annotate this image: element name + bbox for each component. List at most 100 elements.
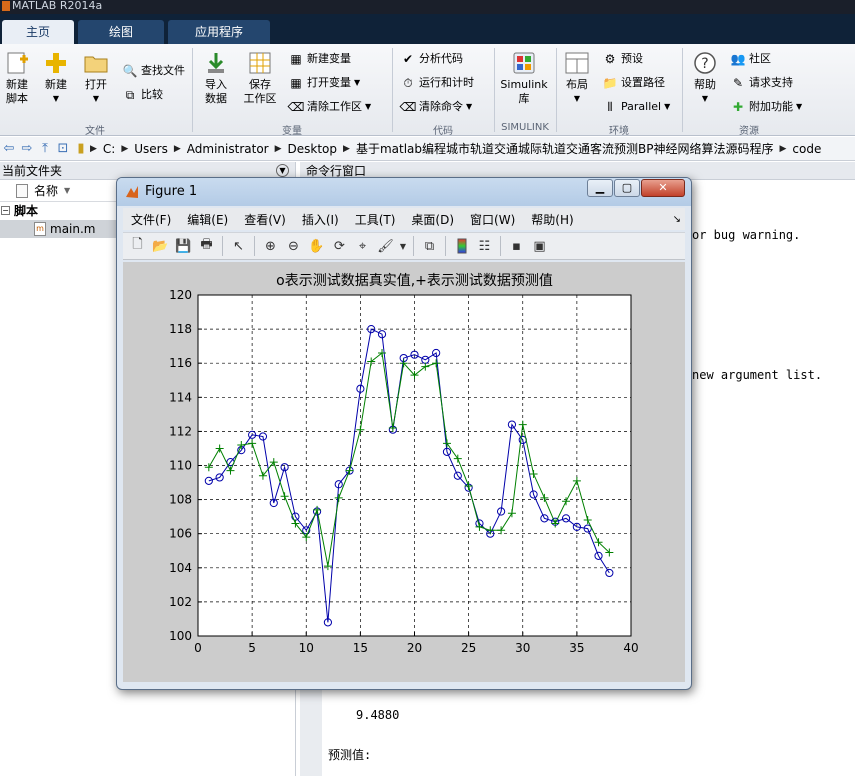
chevron-down-icon: ▼ (354, 78, 361, 87)
parallel-button[interactable]: ⦀ Parallel ▼ (602, 98, 670, 116)
menu-view[interactable]: 查看(V) (236, 211, 294, 228)
figure-window[interactable]: Figure 1 ▁ ▢ ✕ 文件(F) 编辑(E) 查看(V) 插入(I) 工… (116, 177, 692, 690)
chevron-down-icon[interactable]: ▼ (398, 235, 408, 257)
y-tick-label: 106 (169, 527, 192, 541)
find-files-button[interactable]: 🔍 查找文件 (122, 62, 185, 80)
compare-label: 比较 (141, 88, 163, 101)
open-file-icon[interactable]: 📂 (150, 235, 171, 257)
rotate-3d-icon[interactable]: ⟳ (329, 235, 350, 257)
simulink-library-button[interactable]: Simulink 库 (498, 50, 550, 106)
forward-arrow-icon[interactable]: ⇨ (18, 141, 36, 156)
new-variable-button[interactable]: ▦ 新建变量 (288, 50, 351, 68)
print-icon[interactable]: 🖶 (196, 235, 217, 257)
maximize-button[interactable]: ▢ (614, 179, 640, 197)
data-cursor-icon[interactable]: ⌖ (352, 235, 373, 257)
help-icon: ? (692, 50, 718, 76)
help-button[interactable]: ? 帮助 ▼ (690, 50, 720, 106)
dock-arrow-icon[interactable]: ↘ (673, 214, 685, 225)
new-button[interactable]: 新建 ▼ (40, 50, 72, 106)
close-button[interactable]: ✕ (641, 179, 685, 197)
x-tick-label: 30 (515, 641, 530, 655)
colorbar-icon[interactable] (451, 235, 472, 257)
minimize-button[interactable]: ▁ (587, 179, 613, 197)
zoom-out-icon[interactable]: ⊖ (283, 235, 304, 257)
show-plot-tools-icon[interactable]: ▣ (529, 235, 550, 257)
simulink-icon (511, 50, 537, 76)
tree-group-label: 脚本 (14, 204, 39, 218)
save-workspace-button[interactable]: 保存 工作区 (240, 50, 280, 106)
toolbar-divider (222, 236, 223, 256)
tab-plots[interactable]: 绘图 (78, 20, 164, 44)
matlab-logo-icon (2, 1, 10, 11)
y-tick-label: 108 (169, 493, 192, 507)
addons-button[interactable]: ✚ 附加功能 ▼ (730, 98, 802, 116)
breadcrumb-item[interactable]: code (786, 142, 827, 156)
open-button[interactable]: 打开 ▼ (80, 50, 112, 106)
figure-title-bar[interactable]: Figure 1 ▁ ▢ ✕ (117, 178, 691, 206)
breadcrumb-arrow-icon: ▶ (121, 143, 129, 154)
section-file-label: 文件 (85, 126, 105, 137)
zoom-in-icon[interactable]: ⊕ (260, 235, 281, 257)
breadcrumb-item[interactable]: Desktop (282, 142, 344, 156)
breadcrumb-arrow-icon: ▶ (173, 143, 181, 154)
menu-insert[interactable]: 插入(I) (294, 211, 347, 228)
figure-canvas[interactable]: 0 5 10 15 20 25 30 35 40 100 102 104 106 108 110 112 114… (123, 262, 685, 682)
breadcrumb-item[interactable]: Users (128, 142, 174, 156)
layout-button[interactable]: 布局 ▼ (562, 50, 592, 106)
ribbon-tab-strip: 主页 绘图 应用程序 (0, 14, 855, 44)
link-plot-icon[interactable]: ⧉ (419, 235, 440, 257)
find-files-label: 查找文件 (141, 64, 185, 77)
up-folder-icon[interactable]: ⤒ (36, 141, 54, 156)
pan-hand-icon[interactable]: ✋ (306, 235, 327, 257)
preferences-button[interactable]: ⚙ 预设 (602, 50, 643, 68)
compare-button[interactable]: ⧉ 比较 (122, 86, 163, 104)
y-tick-label: 114 (169, 390, 192, 404)
matlab-logo-icon (125, 185, 139, 199)
tab-apps[interactable]: 应用程序 (168, 20, 270, 44)
menu-edit[interactable]: 编辑(E) (179, 211, 236, 228)
menu-help[interactable]: 帮助(H) (523, 211, 581, 228)
new-variable-icon: ▦ (290, 52, 302, 66)
run-and-time-button[interactable]: ⏱ 运行和计时 (400, 74, 474, 92)
x-tick-label: 40 (623, 641, 638, 655)
menu-window[interactable]: 窗口(W) (462, 211, 523, 228)
breadcrumb-item[interactable]: Administrator (181, 142, 275, 156)
collapse-icon[interactable]: − (1, 206, 10, 215)
app-title-bar: MATLAB R2014a (0, 0, 855, 14)
clear-commands-button[interactable]: ⌫ 清除命令 ▼ (400, 98, 473, 116)
analyze-code-label: 分析代码 (419, 52, 463, 65)
set-path-button[interactable]: 📁 设置路径 (602, 74, 665, 92)
analyze-code-button[interactable]: ✔ 分析代码 (400, 50, 463, 68)
browse-folder-icon[interactable]: ⊡ (54, 141, 72, 156)
y-tick-label: 104 (169, 561, 192, 575)
clear-commands-label: 清除命令 (419, 100, 463, 113)
clear-workspace-button[interactable]: ⌫ 清除工作区 ▼ (288, 98, 372, 116)
command-output-line: new argument list. (692, 368, 823, 382)
chevron-down-icon: ▼ (664, 102, 671, 111)
menu-file[interactable]: 文件(F) (123, 211, 179, 228)
hide-plot-tools-icon[interactable]: ▪ (506, 235, 527, 257)
new-figure-icon[interactable]: 🗋 (127, 235, 148, 257)
breadcrumb-item[interactable]: 基于matlab编程城市轨道交通城际轨道交通客流预测BP神经网络算法源码程序 (350, 140, 780, 157)
community-button[interactable]: 👥 社区 (730, 50, 771, 68)
sort-arrow-icon: ▼ (64, 185, 71, 195)
menu-tools[interactable]: 工具(T) (347, 211, 404, 228)
plot-svg[interactable]: 0 5 10 15 20 25 30 35 40 100 102 104 106 108 110 112 114… (123, 262, 685, 682)
pointer-icon[interactable]: ↖ (228, 235, 249, 257)
new-script-button[interactable]: 新建 脚本 (2, 50, 32, 106)
save-icon[interactable]: 💾 (173, 235, 194, 257)
legend-icon[interactable]: ☷ (474, 235, 495, 257)
open-variable-button[interactable]: ▦ 打开变量 ▼ (288, 74, 360, 92)
tab-home[interactable]: 主页 (2, 20, 74, 44)
x-tick-label: 5 (248, 641, 256, 655)
import-data-button[interactable]: 导入 数据 (200, 50, 232, 106)
request-support-button[interactable]: ✎ 请求支持 (730, 74, 793, 92)
chevron-down-icon: ▼ (365, 102, 372, 111)
menu-desktop[interactable]: 桌面(D) (403, 211, 462, 228)
panel-menu-icon[interactable]: ▼ (276, 164, 289, 177)
address-bar: ⇦ ⇨ ⤒ ⊡ ▮ ▶ C: ▶ Users ▶ Administrator ▶… (0, 137, 855, 161)
brush-icon[interactable]: 🖌 (375, 235, 396, 257)
breadcrumb-item[interactable]: C: (97, 142, 121, 156)
y-tick-label: 110 (169, 459, 192, 473)
back-arrow-icon[interactable]: ⇦ (0, 141, 18, 156)
